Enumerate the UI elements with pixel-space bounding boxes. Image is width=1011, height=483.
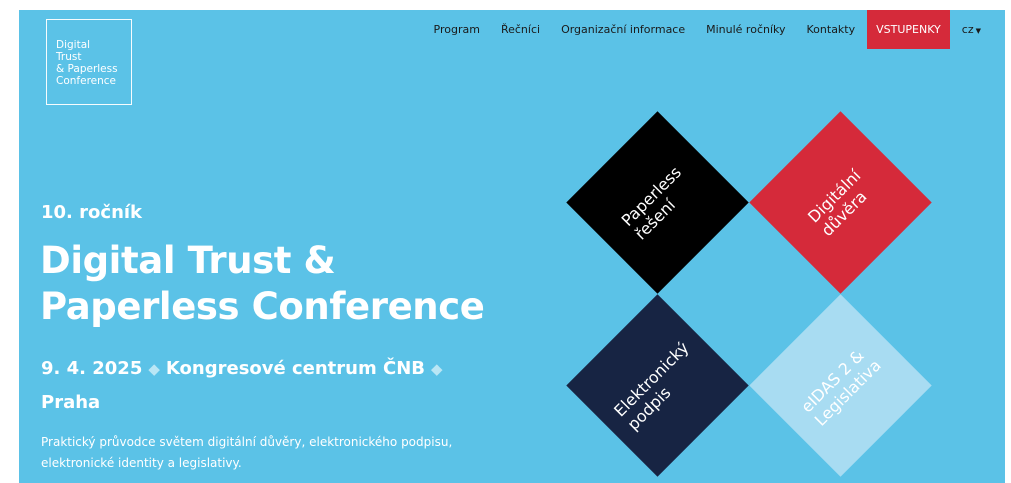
logo-line: & Paperless	[56, 63, 118, 75]
language-code: cz	[961, 23, 974, 36]
diamond-icon: ◆	[430, 360, 443, 378]
language-selector[interactable]: cz ▼	[962, 23, 981, 36]
topic-eidas-legislation[interactable]: eIDAS 2 & Legislativa	[749, 294, 932, 477]
event-description: Praktický průvodce světem digitální důvě…	[41, 435, 453, 470]
edition-label: 10. ročník	[41, 202, 143, 223]
logo-line: Trust	[56, 51, 82, 63]
event-venue: Kongresové centrum ČNB	[165, 358, 425, 379]
event-city: Praha	[41, 392, 101, 413]
title-line: Paperless Conference	[40, 285, 485, 328]
title-line: Digital Trust &	[40, 239, 336, 282]
topics-grid: Paperless řešení Digitální důvěra Elektr…	[566, 111, 932, 477]
nav-item-program[interactable]: Program	[434, 23, 480, 36]
topic-paperless[interactable]: Paperless řešení	[566, 111, 749, 294]
topic-electronic-signature[interactable]: Elektronický podpis	[566, 294, 749, 477]
diamond-icon: ◆	[148, 360, 160, 378]
hero-banner: Digital Trust & Paperless Conference Pro…	[19, 10, 1005, 483]
logo-line: Conference	[56, 75, 117, 87]
nav-item-contacts[interactable]: Kontakty	[807, 23, 856, 36]
nav-item-speakers[interactable]: Řečníci	[501, 23, 540, 36]
topic-digital-trust[interactable]: Digitální důvěra	[749, 111, 932, 294]
nav-item-organization-info[interactable]: Organizační informace	[561, 23, 685, 36]
main-navigation: Program Řečníci Organizační informace Mi…	[413, 10, 981, 49]
page-title: Digital Trust & Paperless Conference	[40, 238, 485, 330]
nav-item-past-editions[interactable]: Minulé ročníky	[706, 23, 785, 36]
event-date: 9. 4. 2025	[41, 358, 143, 379]
tickets-button[interactable]: VSTUPENKY	[867, 10, 950, 49]
logo-line: Digital	[56, 39, 91, 51]
conference-logo[interactable]: Digital Trust & Paperless Conference	[46, 19, 132, 105]
caret-down-icon: ▼	[975, 27, 981, 35]
event-meta: 9. 4. 2025 ◆ Kongresové centrum ČNB ◆ Praha	[41, 352, 471, 420]
